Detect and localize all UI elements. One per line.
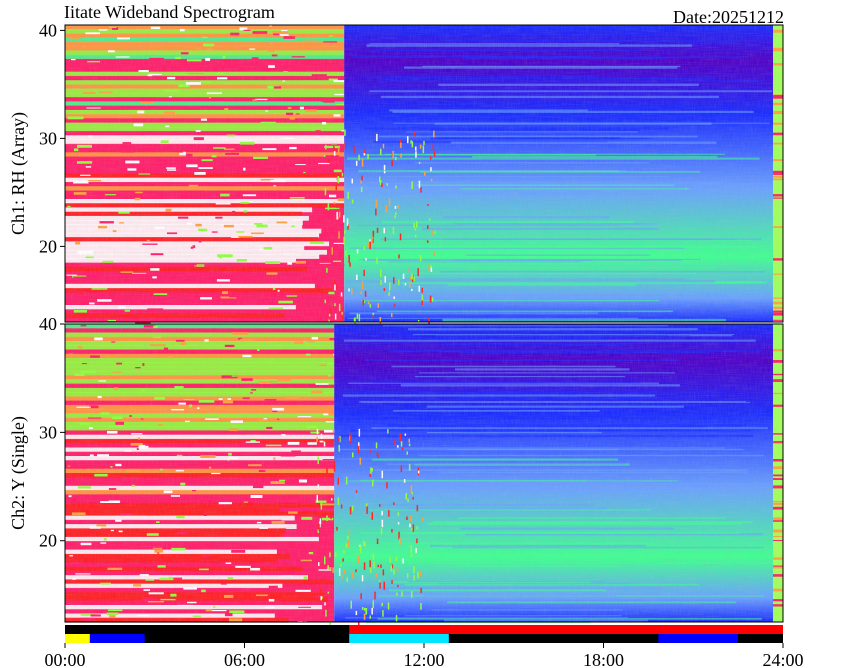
panel-ch2 (64, 323, 784, 626)
x-tick-label: 18:00 (583, 650, 624, 668)
status-segment (65, 634, 90, 643)
status-segment (349, 634, 449, 643)
y-tick-label: 20 (39, 236, 57, 256)
y-tick-label: 30 (39, 128, 57, 148)
x-tick-label: 12:00 (403, 650, 444, 668)
status-segment (738, 634, 783, 643)
status-top-segment (349, 625, 783, 634)
y-tick-label: 40 (39, 20, 57, 40)
status-segment (448, 634, 659, 643)
y-tick-label: 30 (39, 422, 57, 442)
status-segment (144, 634, 350, 643)
y-axis-label: Ch1: RH (Array) (8, 112, 29, 235)
x-tick-label: 06:00 (224, 650, 265, 668)
x-tick-label: 24:00 (762, 650, 803, 668)
panel-ch1 (64, 24, 784, 326)
status-segment (89, 634, 145, 643)
y-tick-label: 20 (39, 531, 57, 551)
x-tick-label: 00:00 (44, 650, 85, 668)
spectrogram-figure: 20 30 40 Ch1: RH (Array) 20 30 40 Ch2: Y (Singl… (8, 20, 804, 668)
y-axis-label: Ch2: Y (Single) (8, 416, 29, 530)
y-tick-label: 40 (39, 314, 57, 334)
status-segment (658, 634, 739, 643)
